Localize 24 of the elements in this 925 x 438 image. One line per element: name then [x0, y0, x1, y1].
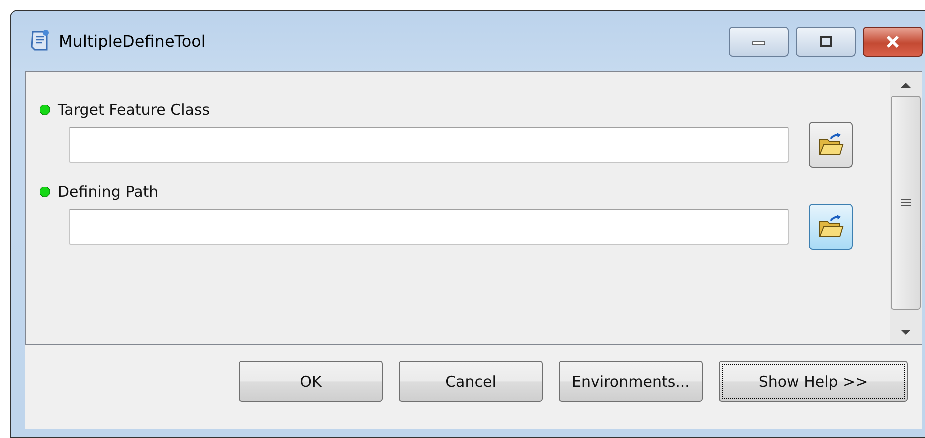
parameter-label: Target Feature Class — [58, 101, 210, 119]
maximize-button[interactable] — [796, 27, 856, 57]
input-field[interactable] — [69, 209, 789, 245]
maximize-icon — [819, 36, 833, 48]
dialog-button[interactable]: Cancel — [399, 361, 543, 402]
window-title: MultipleDefineTool — [59, 32, 206, 50]
dialog-button[interactable]: OK — [239, 361, 383, 402]
close-icon — [885, 35, 901, 49]
dialog-button[interactable]: Show Help >> — [719, 361, 908, 402]
browse-button[interactable] — [809, 122, 853, 168]
tool-script-icon — [29, 29, 51, 53]
browse-button[interactable] — [809, 204, 853, 250]
close-button[interactable] — [863, 27, 923, 57]
folder-icon — [818, 215, 844, 239]
scroll-down-icon[interactable] — [901, 330, 911, 336]
grip-icon — [901, 199, 911, 207]
dialog-button[interactable]: Environments... — [559, 361, 703, 402]
minimize-button[interactable] — [729, 27, 789, 57]
folder-icon — [818, 133, 844, 157]
input-field[interactable] — [69, 127, 789, 163]
scrollbar-thumb[interactable] — [891, 96, 921, 310]
vertical-scrollbar[interactable] — [890, 72, 922, 344]
parameter-label: Defining Path — [58, 183, 159, 201]
scroll-up-icon[interactable] — [901, 82, 911, 88]
